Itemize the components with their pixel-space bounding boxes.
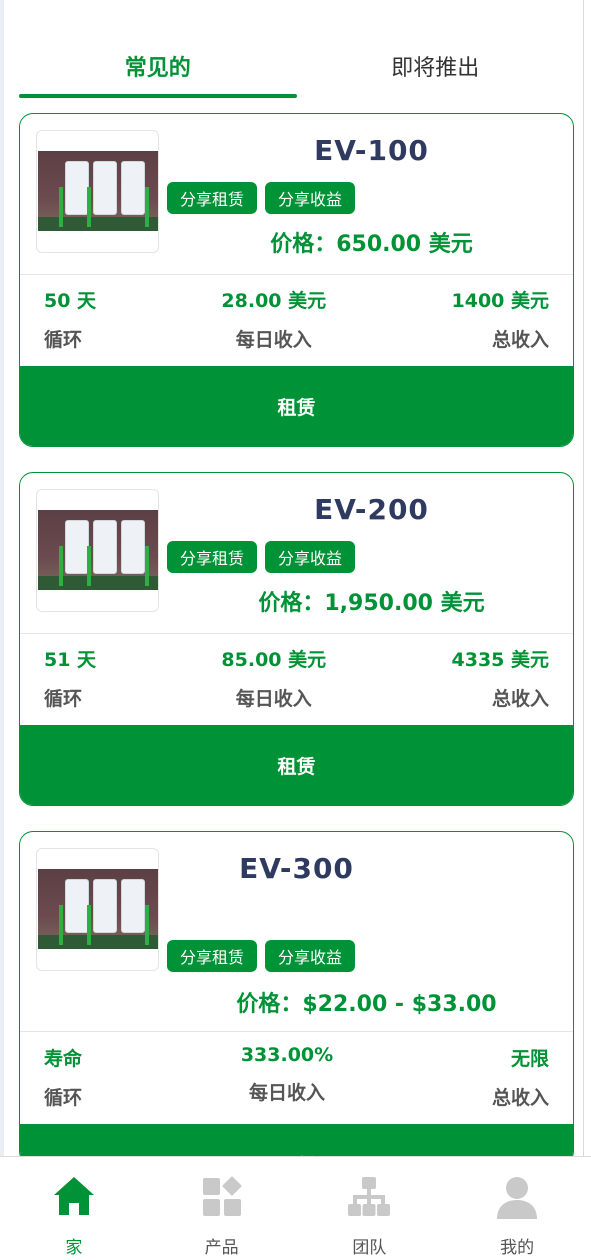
product-stats: 51 天循环 85.00 美元 每日收入 4335 美元总收入	[44, 645, 549, 711]
product-stats: 寿命循环 333.00% 每日收入 无限总收入	[44, 1044, 549, 1110]
nav-mine-label: 我的	[500, 1238, 535, 1258]
scrollbar[interactable]	[583, 0, 591, 1260]
daily-income-label: 每日收入	[235, 688, 312, 710]
daily-income-value: 333.00%	[240, 1044, 334, 1066]
product-price: 价格：650.00 美元	[270, 232, 473, 257]
cycle-value: 50 天	[44, 290, 97, 312]
nav-home-label: 家	[65, 1238, 83, 1258]
daily-income-value: 85.00 美元	[221, 649, 327, 671]
rent-button[interactable]: 租赁	[20, 366, 573, 446]
product-stats: 50 天循环 28.00 美元 每日收入 1400 美元总收入	[44, 286, 549, 352]
cycle-value: 寿命	[44, 1048, 83, 1070]
cycle-label: 循环	[44, 1087, 83, 1109]
product-card: EV-100 分享租赁 分享收益 价格：650.00 美元 50 天循环 28.…	[19, 113, 574, 447]
daily-income-label: 每日收入	[235, 329, 312, 351]
daily-income-value: 28.00 美元	[221, 290, 327, 312]
org-chart-icon	[345, 1173, 393, 1221]
total-income-label: 总收入	[491, 1087, 549, 1109]
home-icon	[50, 1173, 98, 1221]
product-image	[36, 130, 159, 253]
product-card: EV-300 分享租赁 分享收益 价格：$22.00 - $33.00 寿命循环…	[19, 831, 574, 1165]
product-title: EV-300	[239, 852, 354, 885]
product-image	[36, 489, 159, 612]
daily-income-label: 每日收入	[248, 1082, 325, 1104]
tag-share-rent: 分享租赁	[167, 940, 258, 972]
product-price: 价格：$22.00 - $33.00	[236, 992, 497, 1017]
nav-mine[interactable]: 我的	[443, 1157, 591, 1260]
divider	[20, 1031, 573, 1032]
total-income-value: 1400 美元	[451, 290, 550, 312]
bottom-nav: 家 产品 团队 我的	[0, 1156, 591, 1260]
nav-home[interactable]: 家	[0, 1157, 148, 1260]
grid-icon	[198, 1173, 246, 1221]
nav-team[interactable]: 团队	[296, 1157, 444, 1260]
cycle-value: 51 天	[44, 649, 97, 671]
nav-team-label: 团队	[352, 1238, 387, 1258]
total-income-label: 总收入	[491, 688, 549, 710]
tag-share-income: 分享收益	[265, 182, 356, 214]
tag-share-income: 分享收益	[265, 940, 356, 972]
cycle-label: 循环	[44, 688, 83, 710]
nav-products-label: 产品	[204, 1238, 239, 1258]
user-icon	[493, 1173, 541, 1221]
total-income-label: 总收入	[491, 329, 549, 351]
window-left-edge	[0, 0, 4, 1260]
product-title: EV-200	[314, 493, 429, 526]
product-card: EV-200 分享租赁 分享收益 价格：1,950.00 美元 51 天循环 8…	[19, 472, 574, 806]
tag-share-rent: 分享租赁	[167, 541, 258, 573]
nav-products[interactable]: 产品	[148, 1157, 296, 1260]
product-title: EV-100	[314, 134, 429, 167]
total-income-value: 无限	[510, 1048, 549, 1070]
divider	[20, 633, 573, 634]
divider	[20, 274, 573, 275]
product-price: 价格：1,950.00 美元	[258, 591, 485, 616]
total-income-value: 4335 美元	[451, 649, 550, 671]
tag-share-rent: 分享租赁	[167, 182, 258, 214]
tab-bar: 常见的 即将推出	[19, 30, 574, 98]
rent-button[interactable]: 租赁	[20, 725, 573, 805]
cycle-label: 循环	[44, 329, 83, 351]
tab-common[interactable]: 常见的	[19, 30, 297, 98]
tag-share-income: 分享收益	[265, 541, 356, 573]
tab-coming-soon[interactable]: 即将推出	[297, 30, 575, 98]
